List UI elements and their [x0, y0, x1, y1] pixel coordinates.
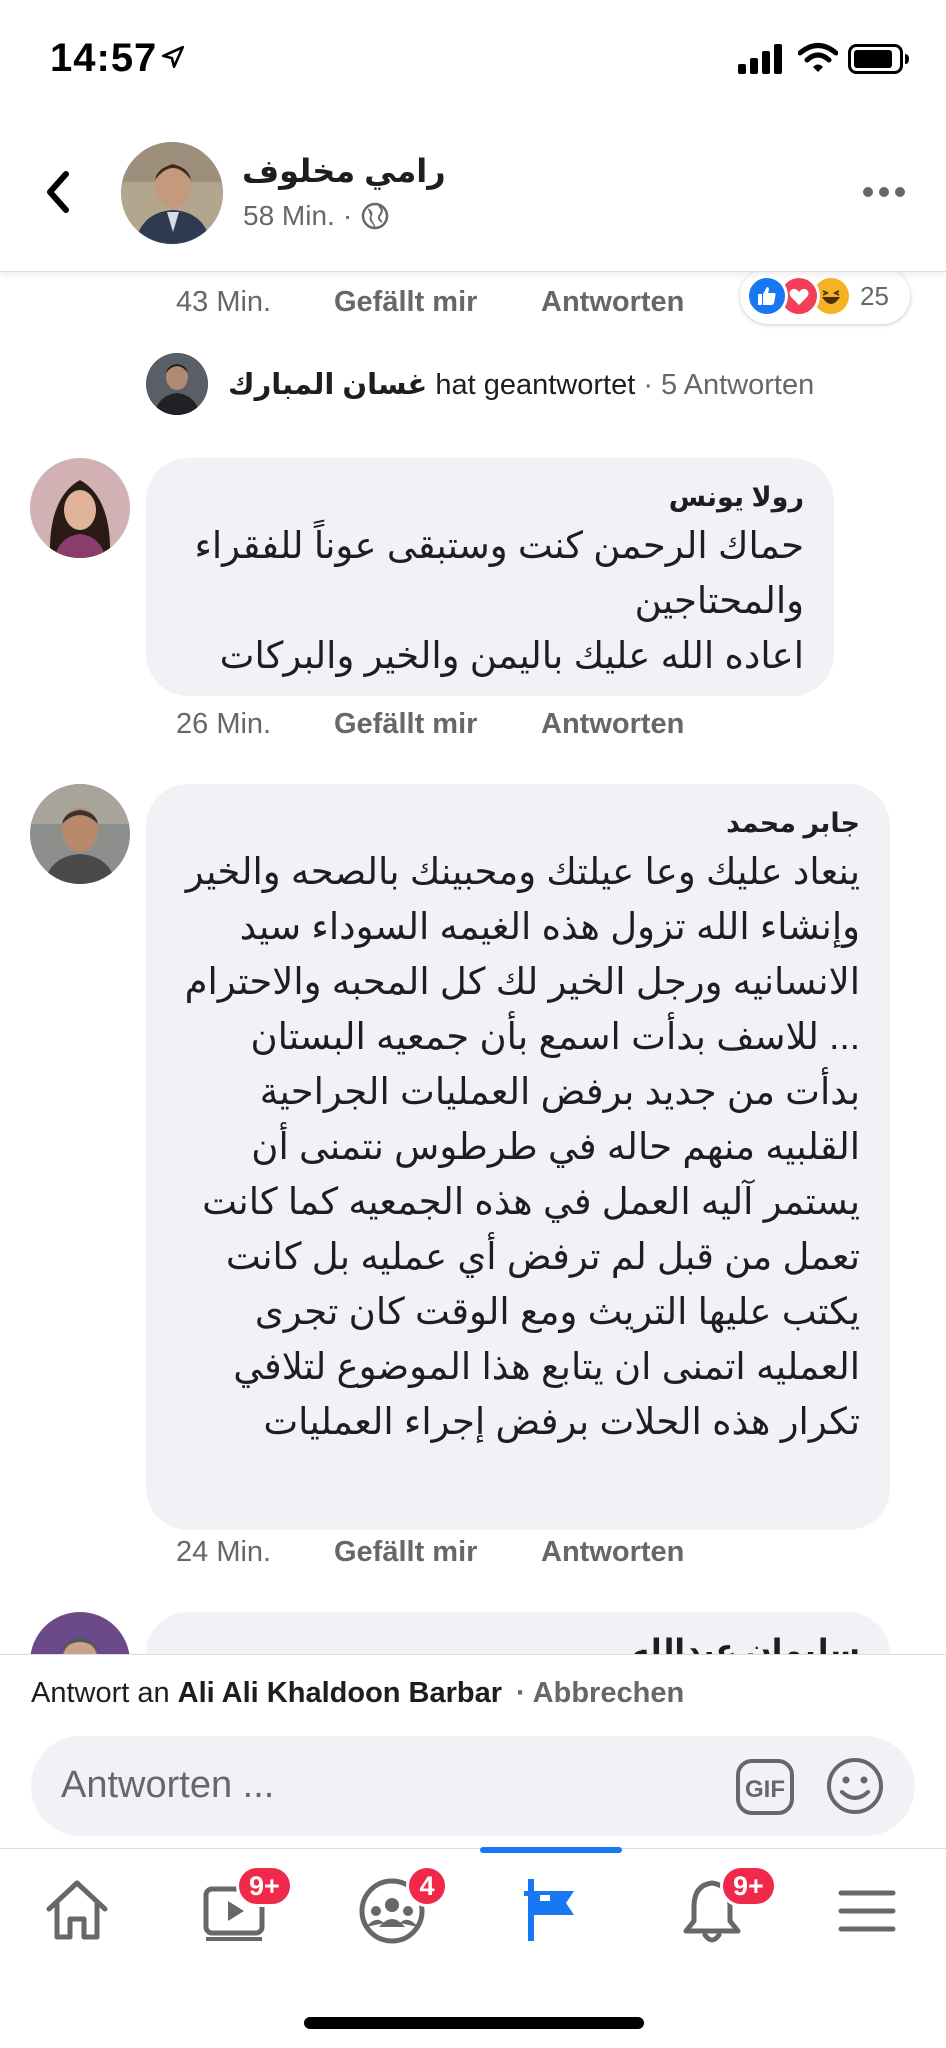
- comment-actions: 26 Min. Gefällt mir Antworten: [0, 704, 946, 744]
- comment-line: حماك الرحمن كنت وستبقى عوناً للفقراء وال…: [194, 525, 804, 621]
- reply-input[interactable]: Antworten ... GIF: [31, 1736, 915, 1836]
- home-icon: [46, 1880, 108, 1940]
- comment-line: ينعاد عليك وعا عيلتك ومحبينك بالصحه والخ…: [184, 851, 860, 1442]
- tab-home[interactable]: [37, 1871, 117, 1951]
- battery-icon: [848, 44, 909, 74]
- notifications-badge: 9+: [720, 1865, 777, 1907]
- comment-author[interactable]: رولا يونس: [176, 480, 804, 514]
- flag-icon: [524, 1879, 574, 1941]
- like-button[interactable]: Gefällt mir: [334, 286, 477, 319]
- globe-icon: [361, 202, 389, 230]
- reply-target-banner: Antwort an Ali Ali Khaldoon Barbar · Abb…: [0, 1654, 946, 1732]
- commenter-avatar[interactable]: [30, 458, 130, 558]
- like-reaction-icon: [746, 275, 788, 317]
- comment-time: 43 Min.: [176, 285, 272, 318]
- comment-time: 24 Min.: [176, 1535, 272, 1568]
- gif-label: GIF: [745, 1776, 785, 1803]
- post-meta: 58 Min. ·: [243, 200, 390, 232]
- comment-author[interactable]: سليمان عبدالله: [176, 1634, 860, 1655]
- bottom-tab-bar: 9+ 4 9+: [0, 1847, 946, 2048]
- commenter-avatar[interactable]: [30, 784, 130, 884]
- groups-notification-badge: 4: [406, 1865, 448, 1907]
- gif-icon[interactable]: GIF: [735, 1758, 795, 1816]
- post-author-name[interactable]: رامي مخلوف: [242, 152, 446, 190]
- reaction-summary[interactable]: 25: [740, 272, 910, 324]
- active-tab-indicator: [480, 1847, 622, 1853]
- comment-time: 26 Min.: [176, 707, 272, 740]
- comment-text: حماك الرحمن كنت وستبقى عوناً للفقراء وال…: [176, 518, 804, 683]
- replied-label: hat geantwortet: [435, 368, 636, 401]
- view-replies-link[interactable]: غسان المبارك hat geantwortet · 5 Antwort…: [146, 352, 814, 416]
- replies-count: · 5 Antworten: [643, 368, 815, 401]
- location-arrow-icon: [161, 45, 185, 69]
- emoji-smile-icon[interactable]: [825, 1756, 885, 1816]
- replier-avatar: [146, 353, 208, 415]
- comments-feed[interactable]: 43 Min. Gefällt mir Antworten 25 غسان ال…: [0, 272, 946, 1654]
- meta-separator: ·: [342, 200, 353, 231]
- comment-text: ينعاد عليك وعا عيلتك ومحبينك بالصحه والخ…: [176, 844, 860, 1449]
- tab-menu[interactable]: [827, 1871, 907, 1951]
- menu-icon: [838, 1890, 896, 1932]
- comment-bubble[interactable]: جابر محمد ينعاد عليك وعا عيلتك ومحبينك ب…: [146, 784, 890, 1530]
- more-options-icon[interactable]: [862, 182, 906, 202]
- comment-bubble[interactable]: رولا يونس حماك الرحمن كنت وستبقى عوناً ل…: [146, 458, 834, 696]
- reply-button[interactable]: Antworten: [541, 286, 684, 319]
- reply-button[interactable]: Antworten: [541, 708, 684, 741]
- back-chevron-icon[interactable]: [38, 162, 78, 222]
- reply-input-placeholder: Antworten ...: [61, 1764, 275, 1806]
- comment-bubble[interactable]: سليمان عبدالله: [146, 1612, 890, 1654]
- comment-line: اعاده الله عليك باليمن والخير والبركات: [219, 635, 804, 676]
- reply-target-name: Ali Ali Khaldoon Barbar: [177, 1677, 503, 1709]
- comment-author[interactable]: جابر محمد: [176, 806, 860, 840]
- replier-name: غسان المبارك: [228, 368, 428, 401]
- post-time: 58 Min.: [243, 200, 335, 231]
- reply-to-label: Antwort an: [31, 1677, 170, 1709]
- like-button[interactable]: Gefällt mir: [334, 1536, 477, 1569]
- watch-notification-badge: 9+: [236, 1865, 293, 1907]
- comment-actions: 24 Min. Gefällt mir Antworten: [0, 1532, 946, 1572]
- author-avatar[interactable]: [121, 142, 223, 244]
- reply-button[interactable]: Antworten: [541, 1536, 684, 1569]
- cancel-reply-button[interactable]: · Abbrechen: [516, 1677, 684, 1710]
- comment-composer: Antworten ... GIF: [0, 1732, 946, 1848]
- status-bar: 14:57: [0, 0, 946, 120]
- home-indicator: [304, 2017, 644, 2029]
- wifi-icon: [798, 43, 838, 72]
- post-header: رامي مخلوف 58 Min. ·: [0, 120, 946, 272]
- cellular-signal-icon: [738, 44, 782, 74]
- reaction-count: 25: [860, 280, 889, 311]
- commenter-avatar[interactable]: [30, 1612, 130, 1654]
- like-button[interactable]: Gefällt mir: [334, 708, 477, 741]
- tab-pages[interactable]: [512, 1871, 592, 1951]
- status-time: 14:57: [50, 36, 158, 80]
